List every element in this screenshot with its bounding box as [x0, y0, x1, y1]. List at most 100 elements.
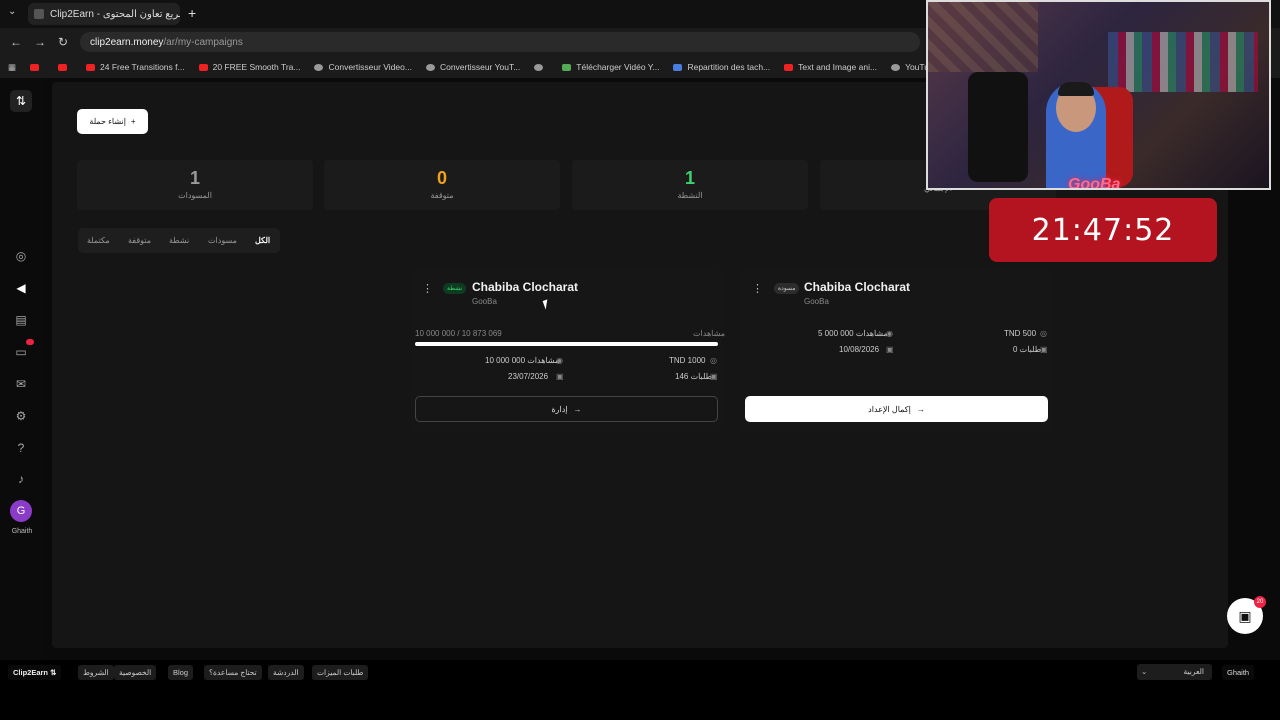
stat-card-paused: 0 متوقفة [324, 160, 560, 210]
stream-timer: 21:47:52 [989, 198, 1217, 262]
filter-completed[interactable]: مكتملة [87, 236, 110, 245]
compass-icon[interactable]: ◎ [14, 249, 28, 263]
money-icon: ◎ [710, 356, 717, 365]
chat-launcher-button[interactable]: ▣ 20 [1227, 596, 1266, 634]
app-logo-icon[interactable]: ⇅ [10, 90, 32, 112]
tab-title: Clip2Earn - تسريع تعاون المحتوى [50, 8, 180, 20]
eye-icon: ◉ [556, 356, 563, 365]
filter-active[interactable]: نشطة [169, 236, 189, 245]
progress-text: 10 000 000 / 10 873 069 [415, 329, 502, 338]
bookmark-item[interactable]: Télécharger Vidéo Y... [562, 62, 659, 72]
timer-text: 21:47:52 [1031, 212, 1175, 248]
youtube-bookmark-icon[interactable] [58, 63, 72, 71]
end-date: 23/07/2026 [508, 372, 549, 381]
manage-label: إدارة [551, 404, 568, 414]
create-campaign-button[interactable]: إنشاء حملة + [77, 109, 148, 134]
stat-value: 0 [436, 168, 447, 188]
bookmark-item[interactable]: Convertisseur Video... [314, 62, 412, 72]
plus-icon: + [130, 117, 136, 126]
black-chair [968, 72, 1028, 182]
stat-label: متوقفة [430, 191, 454, 200]
document-icon[interactable]: ▤ [14, 313, 28, 327]
globe-bookmark-icon[interactable] [534, 63, 548, 71]
avatar[interactable]: G [10, 500, 32, 522]
bell-icon[interactable]: ♪ [14, 472, 28, 486]
status-badge: مسودة [774, 283, 800, 294]
stat-card-active: 1 النشطة [572, 160, 808, 210]
back-icon[interactable]: ← [10, 35, 22, 49]
stat-label: المسودات [178, 191, 212, 200]
calendar-icon: ▣ [556, 372, 564, 381]
more-options-icon[interactable]: ⋮ [422, 282, 433, 295]
footer-user[interactable]: Ghaith [1222, 665, 1255, 680]
target-views: 10 000 000 مشاهدات [485, 356, 560, 365]
user-name: Ghaith [11, 528, 33, 535]
footer-link-blog[interactable]: Blog [168, 665, 194, 680]
messages-icon[interactable]: ▭ [14, 345, 28, 359]
streamer-hair [1058, 82, 1094, 96]
campaign-title: Chabiba Clocharat [804, 280, 911, 294]
neon-sign: GooBa [1068, 176, 1121, 190]
filter-paused[interactable]: متوقفة [128, 236, 151, 245]
filter-drafts[interactable]: مسودات [208, 236, 237, 245]
budget: TND 500 [1004, 329, 1037, 338]
footer-link-privacy[interactable]: الخصوصية [114, 665, 157, 680]
manage-button[interactable]: إدارة → [415, 396, 718, 422]
campaign-creator: GooBa [472, 297, 497, 306]
create-label: إنشاء حملة [89, 117, 126, 126]
chat-unread-count: 20 [1254, 596, 1266, 608]
eye-icon: ◉ [886, 329, 893, 338]
settings-gear-icon[interactable]: ⚙ [14, 409, 28, 423]
bookmark-item[interactable]: 20 FREE Smooth Tra... [198, 62, 300, 72]
megaphone-icon[interactable]: ◀ [14, 281, 28, 295]
notification-badge [26, 339, 34, 345]
bookmark-item[interactable]: Convertisseur YouT... [425, 62, 520, 72]
views-label: مشاهدات [693, 329, 726, 338]
language-label: العربية [1183, 667, 1205, 676]
footer-link-help[interactable]: تحتاج مساعدة؟ [204, 665, 262, 680]
status-badge: نشطة [443, 283, 467, 294]
more-options-icon[interactable]: ⋮ [752, 282, 763, 295]
footer-link-feature-requests[interactable]: طلبات الميزات [312, 665, 369, 680]
youtube-bookmark-icon[interactable] [30, 63, 44, 71]
mail-icon[interactable]: ✉ [14, 377, 28, 391]
url-field[interactable]: clip2earn.money/ar/my-campaigns [80, 32, 920, 52]
requests-count: 146 طلبات [675, 372, 712, 381]
requests-icon: ▣ [710, 372, 718, 381]
chat-bubble-icon: ▣ [1238, 608, 1252, 624]
reload-icon[interactable]: ↻ [58, 35, 68, 49]
footer-link-terms[interactable]: الشروط [78, 665, 114, 680]
language-select[interactable]: ⌄ العربية [1137, 664, 1212, 680]
browser-tab[interactable]: Clip2Earn - تسريع تعاون المحتوى ✕ [28, 3, 180, 25]
money-icon: ◎ [1040, 329, 1047, 338]
end-date: 10/08/2026 [839, 345, 880, 354]
chevron-down-icon: ⌄ [1141, 667, 1148, 676]
url-path: /ar/my-campaigns [163, 36, 243, 48]
stat-label: النشطة [677, 191, 703, 200]
webcam-overlay: GooBa [926, 0, 1271, 190]
requests-count: 0 طلبات [1013, 345, 1042, 354]
wall-posters [928, 2, 1038, 72]
help-icon[interactable]: ? [14, 441, 28, 455]
campaign-title: Chabiba Clocharat [472, 280, 579, 294]
arrow-right-icon: → [573, 404, 582, 414]
apps-icon[interactable]: ▦ [8, 62, 16, 73]
footer-link-chat[interactable]: الدردشة [268, 665, 304, 680]
tab-search-icon[interactable]: ⌄ [8, 6, 16, 17]
bookmark-item[interactable]: 24 Free Transitions f... [86, 62, 185, 72]
new-tab-icon[interactable]: + [188, 5, 196, 21]
shelf-flags [1108, 32, 1258, 92]
requests-icon: ▣ [1040, 345, 1048, 354]
complete-setup-button[interactable]: إكمال الإعداد → [745, 396, 1048, 422]
calendar-icon: ▣ [886, 345, 894, 354]
brand-switcher[interactable]: Clip2Earn ⇅ [8, 665, 62, 680]
stat-value: 1 [189, 168, 200, 188]
bookmark-item[interactable]: Repartition des tach... [673, 62, 770, 72]
bookmark-item[interactable]: Text and Image ani... [784, 62, 877, 72]
sidebar [0, 78, 44, 660]
stat-card-drafts: 1 المسودات [77, 160, 313, 210]
filter-all[interactable]: الكل [255, 236, 270, 245]
complete-setup-label: إكمال الإعداد [868, 404, 911, 414]
campaign-creator: GooBa [804, 297, 829, 306]
forward-icon[interactable]: → [34, 35, 46, 49]
